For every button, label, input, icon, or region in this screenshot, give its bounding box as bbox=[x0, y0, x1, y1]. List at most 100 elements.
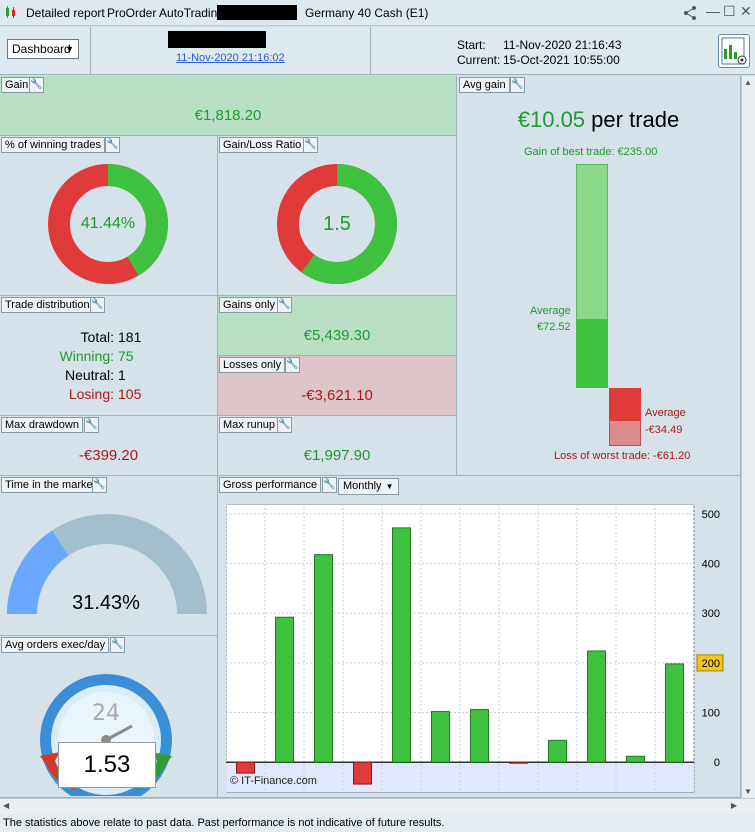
dist-winning: Winning: 75 bbox=[59, 348, 134, 364]
chevron-down-icon: ▼ bbox=[65, 44, 74, 54]
panel-title: Gains only bbox=[219, 297, 279, 313]
avg-loss-label: Average bbox=[645, 407, 686, 419]
avg-gain-panel: Avg gain 🔧 €10.05 per trade Gain of best… bbox=[457, 76, 741, 476]
orders-value: 1.53 bbox=[58, 742, 156, 788]
scroll-down-icon[interactable]: ▼ bbox=[744, 787, 752, 796]
minimize-icon[interactable]: — bbox=[706, 3, 720, 19]
dist-total: Total: 181 bbox=[80, 329, 142, 345]
panel-title: Max drawdown bbox=[1, 417, 83, 433]
tab-proorder[interactable]: ProOrder AutoTrading bbox=[107, 6, 224, 20]
avg-loss-bar bbox=[609, 388, 641, 421]
close-icon[interactable]: ✕ bbox=[740, 3, 752, 20]
bar bbox=[470, 709, 489, 763]
bar bbox=[236, 761, 255, 774]
report-header: Dashboard ▼ 11-Nov-2020 21:16:02 Start: … bbox=[0, 27, 755, 75]
scroll-left-icon[interactable]: ◀ bbox=[3, 801, 9, 810]
gross-performance-chart: 500 400 300 200 100 0 © IT-Finance.com bbox=[226, 504, 724, 793]
dashboard-dropdown[interactable]: Dashboard ▼ bbox=[7, 39, 79, 59]
wrench-icon[interactable]: 🔧 bbox=[105, 137, 120, 153]
bar bbox=[626, 755, 645, 763]
avg-gain-label: Average bbox=[530, 305, 571, 317]
start-label: Start: bbox=[457, 38, 486, 52]
title-bar: Detailed report ProOrder AutoTrading Ger… bbox=[0, 0, 755, 26]
chevron-down-icon: ▼ bbox=[385, 482, 394, 491]
panel-title: Gain bbox=[1, 77, 33, 93]
bar bbox=[314, 554, 333, 763]
max-drawdown-panel: Max drawdown 🔧 -€399.20 bbox=[0, 416, 218, 476]
bar bbox=[275, 616, 294, 763]
wrench-icon[interactable]: 🔧 bbox=[322, 477, 337, 493]
y-tick-label: 400 bbox=[702, 559, 720, 571]
scroll-right-icon[interactable]: ▶ bbox=[731, 801, 737, 810]
start-value: 11-Nov-2020 21:16:43 bbox=[503, 38, 622, 52]
watermark: © IT-Finance.com bbox=[230, 775, 317, 787]
current-value: 15-Oct-2021 10:55:00 bbox=[503, 53, 620, 67]
wrench-icon[interactable]: 🔧 bbox=[90, 297, 105, 313]
disclaimer-footer: The statistics above relate to past data… bbox=[0, 814, 755, 832]
report-settings-icon[interactable] bbox=[718, 34, 750, 68]
y-tick-label: 500 bbox=[702, 509, 720, 521]
trade-distribution-panel: Trade distribution 🔧 Total: 181 Winning: 7… bbox=[0, 296, 218, 416]
gains-only-value: €5,439.30 bbox=[303, 327, 371, 344]
bar bbox=[548, 739, 567, 763]
wrench-icon[interactable]: 🔧 bbox=[92, 477, 107, 493]
losses-only-value: -€3,621.10 bbox=[301, 387, 373, 404]
date-link[interactable]: 11-Nov-2020 21:16:02 bbox=[176, 52, 285, 64]
wrench-icon[interactable]: 🔧 bbox=[303, 137, 318, 153]
panel-title: Gain/Loss Ratio bbox=[219, 137, 306, 153]
y-tick-label: 300 bbox=[702, 608, 720, 620]
bar bbox=[392, 527, 411, 763]
wrench-icon[interactable]: 🔧 bbox=[277, 417, 292, 433]
dist-neutral: Neutral: 1 bbox=[64, 367, 126, 383]
period-dropdown[interactable]: Monthly ▼ bbox=[338, 478, 399, 495]
wrench-icon[interactable]: 🔧 bbox=[29, 77, 44, 93]
time-in-market-value: 31.43% bbox=[72, 592, 140, 614]
gross-performance-panel: Gross performance 🔧 Monthly ▼ 500 400 300 2… bbox=[218, 476, 741, 798]
wrench-icon[interactable]: 🔧 bbox=[285, 357, 300, 373]
winning-value: 41.44% bbox=[80, 215, 136, 232]
panel-title: Max runup bbox=[219, 417, 279, 433]
avg-orders-panel: Avg orders exec/day 🔧 24 1.53 bbox=[0, 636, 218, 798]
y-tick-label: 200 bbox=[702, 658, 720, 670]
avg-gain-suffix: per trade bbox=[591, 107, 680, 132]
best-trade-label: Gain of best trade: €235.00 bbox=[524, 146, 658, 158]
gain-panel: Gain 🔧 €1,818.20 bbox=[0, 76, 457, 136]
worst-trade-label: Loss of worst trade: -€61.20 bbox=[554, 450, 691, 462]
max-runup-panel: Max runup 🔧 €1,997.90 bbox=[218, 416, 457, 476]
bar bbox=[353, 761, 372, 785]
scroll-up-icon[interactable]: ▲ bbox=[744, 78, 752, 87]
avg-gain-bar bbox=[576, 318, 608, 388]
avg-gain-value: €10.05 bbox=[517, 107, 586, 132]
wrench-icon[interactable]: 🔧 bbox=[277, 297, 292, 313]
dashboard-label: Dashboard bbox=[12, 42, 71, 56]
y-tick-label: 0 bbox=[714, 757, 720, 769]
panel-title: Trade distribution bbox=[1, 297, 94, 313]
bar bbox=[587, 650, 606, 763]
redacted-field bbox=[217, 5, 297, 20]
time-in-market-panel: Time in the market 🔧 31.43% bbox=[0, 476, 218, 636]
vertical-scrollbar[interactable]: ▲ ▼ bbox=[741, 76, 755, 798]
share-icon[interactable] bbox=[682, 5, 698, 21]
panel-title: Losses only bbox=[219, 357, 286, 373]
maximize-icon[interactable]: ☐ bbox=[723, 3, 736, 20]
wrench-icon[interactable]: 🔧 bbox=[510, 77, 525, 93]
current-label: Current: bbox=[457, 53, 501, 67]
gain-value: €1,818.20 bbox=[194, 107, 262, 124]
runup-value: €1,997.90 bbox=[303, 447, 371, 464]
gains-only-panel: Gains only 🔧 €5,439.30 bbox=[218, 296, 457, 356]
wrench-icon[interactable]: 🔧 bbox=[84, 417, 99, 433]
avg-gain-headline: €10.05 per trade bbox=[457, 107, 740, 133]
period-label: Monthly bbox=[343, 480, 382, 492]
wrench-icon[interactable]: 🔧 bbox=[110, 637, 125, 653]
avg-loss-amount: -€34.49 bbox=[645, 424, 683, 436]
gain-loss-ratio-panel: Gain/Loss Ratio 🔧 1.5 bbox=[218, 136, 457, 296]
panel-title: Time in the market bbox=[1, 477, 100, 493]
avg-gain-amount: €72.52 bbox=[537, 321, 571, 333]
panel-title: % of winning trades bbox=[1, 137, 105, 153]
winning-trades-panel: % of winning trades 🔧 41.44% bbox=[0, 136, 218, 296]
tab-detailed-report[interactable]: Detailed report bbox=[26, 6, 105, 20]
drawdown-value: -€399.20 bbox=[78, 447, 139, 464]
panel-title: Gross performance bbox=[219, 477, 322, 493]
horizontal-scrollbar[interactable]: ◀ ▶ bbox=[0, 798, 755, 814]
panel-title: Avg gain bbox=[459, 77, 510, 93]
